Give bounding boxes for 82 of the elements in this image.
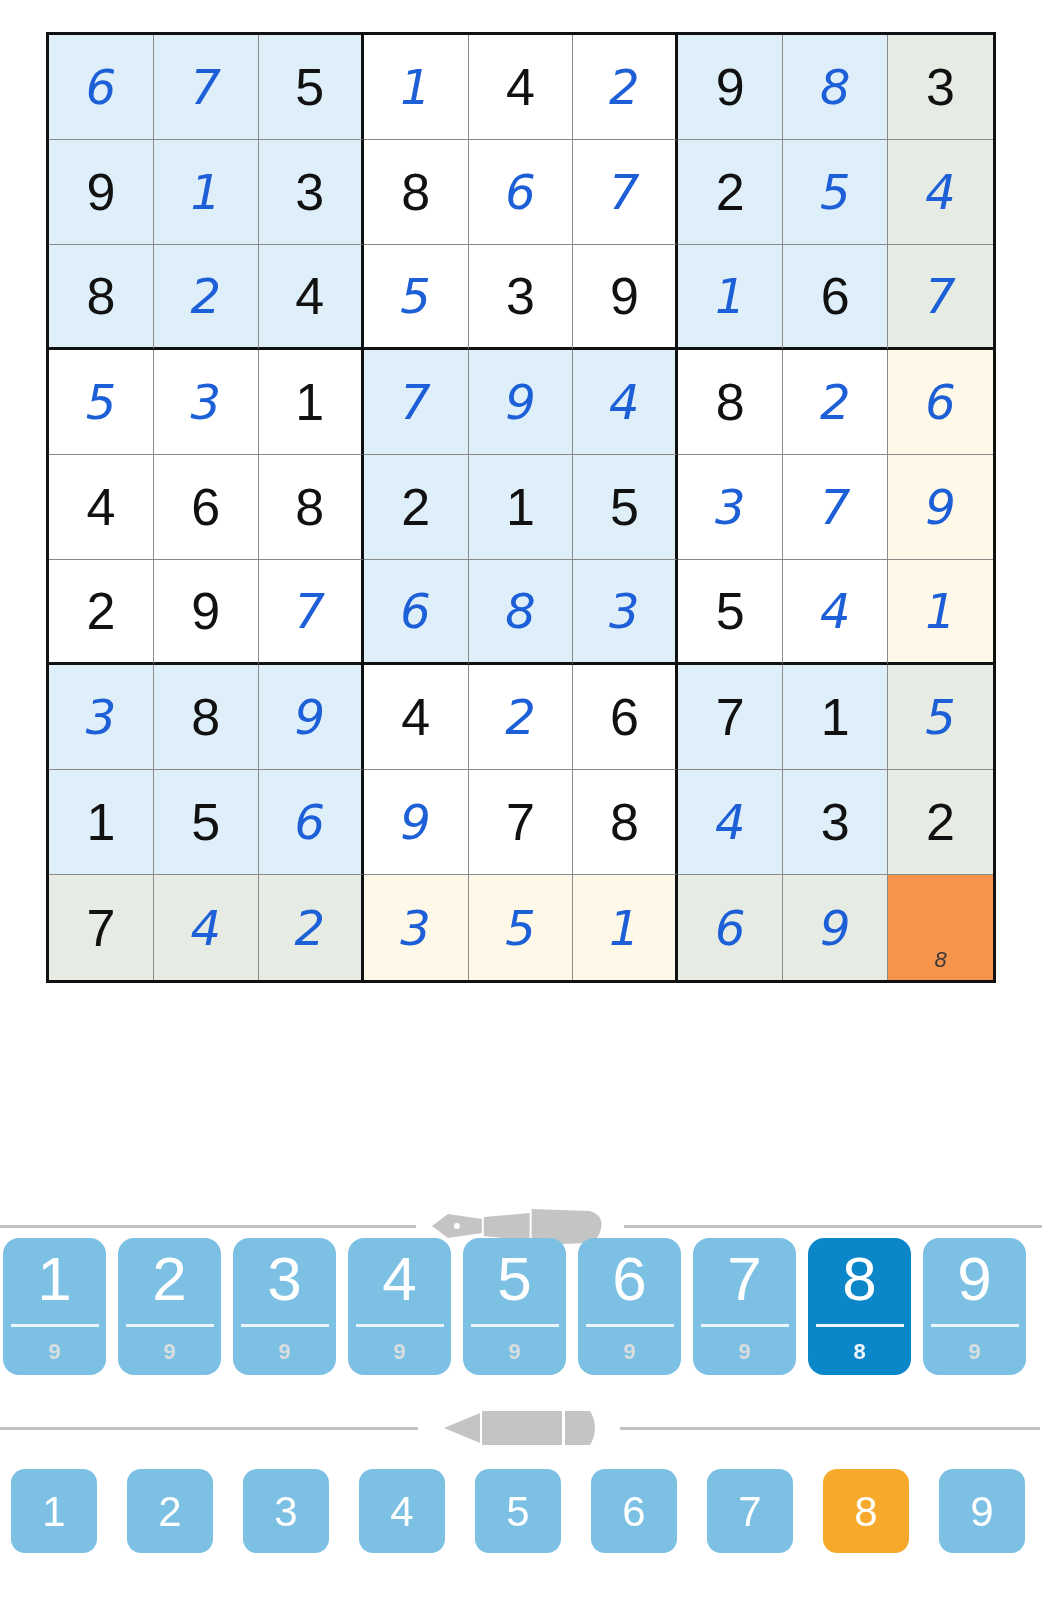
sudoku-cell[interactable]: 8 [573,770,679,875]
sudoku-cell[interactable]: 2 [678,140,784,245]
sudoku-cell[interactable]: 4 [783,560,889,665]
sudoku-cell[interactable]: 6 [49,35,154,140]
sudoku-cell[interactable]: 1 [258,350,364,455]
sudoku-cell[interactable]: 4 [573,350,679,455]
sudoku-cell[interactable]: 7 [678,665,784,770]
sudoku-cell[interactable]: 2 [49,560,154,665]
sudoku-cell[interactable]: 8 [783,35,889,140]
sudoku-cell[interactable]: 2 [258,875,364,980]
sudoku-cell[interactable]: 6 [258,770,364,875]
sudoku-cell[interactable]: 9 [49,140,154,245]
sudoku-cell[interactable]: 1 [363,35,469,140]
sudoku-cell[interactable]: 5 [573,455,679,560]
sudoku-cell[interactable]: 7 [49,875,154,980]
sudoku-cell[interactable]: 1 [49,770,154,875]
sudoku-cell[interactable]: 5 [363,245,469,350]
sudoku-cell[interactable]: 5 [468,875,574,980]
sudoku-cell[interactable]: 7 [363,350,469,455]
sudoku-cell[interactable]: 6 [573,665,679,770]
sudoku-cell[interactable]: 5 [783,140,889,245]
sudoku-cell[interactable]: 6 [888,350,993,455]
sudoku-cell[interactable]: 9 [258,665,364,770]
sudoku-cell[interactable]: 3 [258,140,364,245]
sudoku-cell[interactable]: 9 [153,560,259,665]
sudoku-cell[interactable]: 9 [678,35,784,140]
sudoku-cell[interactable]: 7 [258,560,364,665]
sudoku-cell[interactable]: 9 [363,770,469,875]
sudoku-cell[interactable]: 2 [153,245,259,350]
sudoku-cell[interactable]: 4 [468,35,574,140]
sudoku-cell[interactable]: 7 [783,455,889,560]
sudoku-cell[interactable]: 4 [258,245,364,350]
sudoku-cell[interactable]: 3 [888,35,993,140]
sudoku-cell[interactable]: 2 [468,665,574,770]
sudoku-cell[interactable]: 5 [258,35,364,140]
sudoku-cell[interactable]: 2 [363,455,469,560]
sudoku-cell[interactable]: 4 [888,140,993,245]
sudoku-cell[interactable]: 1 [678,245,784,350]
sudoku-cell[interactable]: 8 [468,560,574,665]
sudoku-cell[interactable]: 3 [49,665,154,770]
sudoku-cell[interactable]: 6 [363,560,469,665]
sudoku-cell[interactable]: 3 [678,455,784,560]
sudoku-cell[interactable]: 5 [153,770,259,875]
sudoku-cell[interactable]: 7 [888,245,993,350]
sudoku-cell[interactable]: 2 [888,770,993,875]
sudoku-cell[interactable]: 8 [678,350,784,455]
sudoku-cell[interactable]: 8 [153,665,259,770]
sudoku-cell[interactable]: 6 [468,140,574,245]
sudoku-cell[interactable]: 1 [783,665,889,770]
sudoku-cell[interactable]: 3 [573,560,679,665]
sudoku-cell[interactable]: 4 [363,665,469,770]
sudoku-cell[interactable]: 7 [468,770,574,875]
sudoku-cell[interactable]: 6 [783,245,889,350]
sudoku-cell[interactable]: 9 [783,875,889,980]
sudoku-cell[interactable]: 4 [49,455,154,560]
sudoku-cell[interactable]: 6 [153,455,259,560]
sudoku-cell[interactable]: 3 [153,350,259,455]
sudoku-cell[interactable]: 7 [573,140,679,245]
sudoku-cell[interactable]: 2 [783,350,889,455]
sudoku-cell[interactable]: 3 [783,770,889,875]
sudoku-cell[interactable]: 4 [678,770,784,875]
sudoku-cell[interactable]: 3 [468,245,574,350]
sudoku-cell[interactable]: 5 [49,350,154,455]
sudoku-cell[interactable]: 8 [49,245,154,350]
sudoku-cell[interactable]: 6 [678,875,784,980]
sudoku-cell[interactable]: 1 [573,875,679,980]
sudoku-cell[interactable]: 9 [888,455,993,560]
sudoku-cell[interactable]: 1 [888,560,993,665]
sudoku-cell[interactable]: 3 [363,875,469,980]
sudoku-cell[interactable]: 4 [153,875,259,980]
sudoku-cell[interactable]: 2 [573,35,679,140]
sudoku-cell[interactable]: 9 [573,245,679,350]
sudoku-cell[interactable]: 8 [258,455,364,560]
sudoku-cell[interactable]: 1 [153,140,259,245]
sudoku-cell[interactable]: 5 [888,665,993,770]
pencil-mark[interactable]: 8 [888,875,993,980]
sudoku-cell[interactable]: 8 [363,140,469,245]
sudoku-cell[interactable]: 1 [468,455,574,560]
digit-button[interactable]: 8 8 [808,1238,911,1375]
sudoku-cell[interactable]: 7 [153,35,259,140]
sudoku-cell[interactable]: 9 [468,350,574,455]
sudoku-cell[interactable]: 5 [678,560,784,665]
